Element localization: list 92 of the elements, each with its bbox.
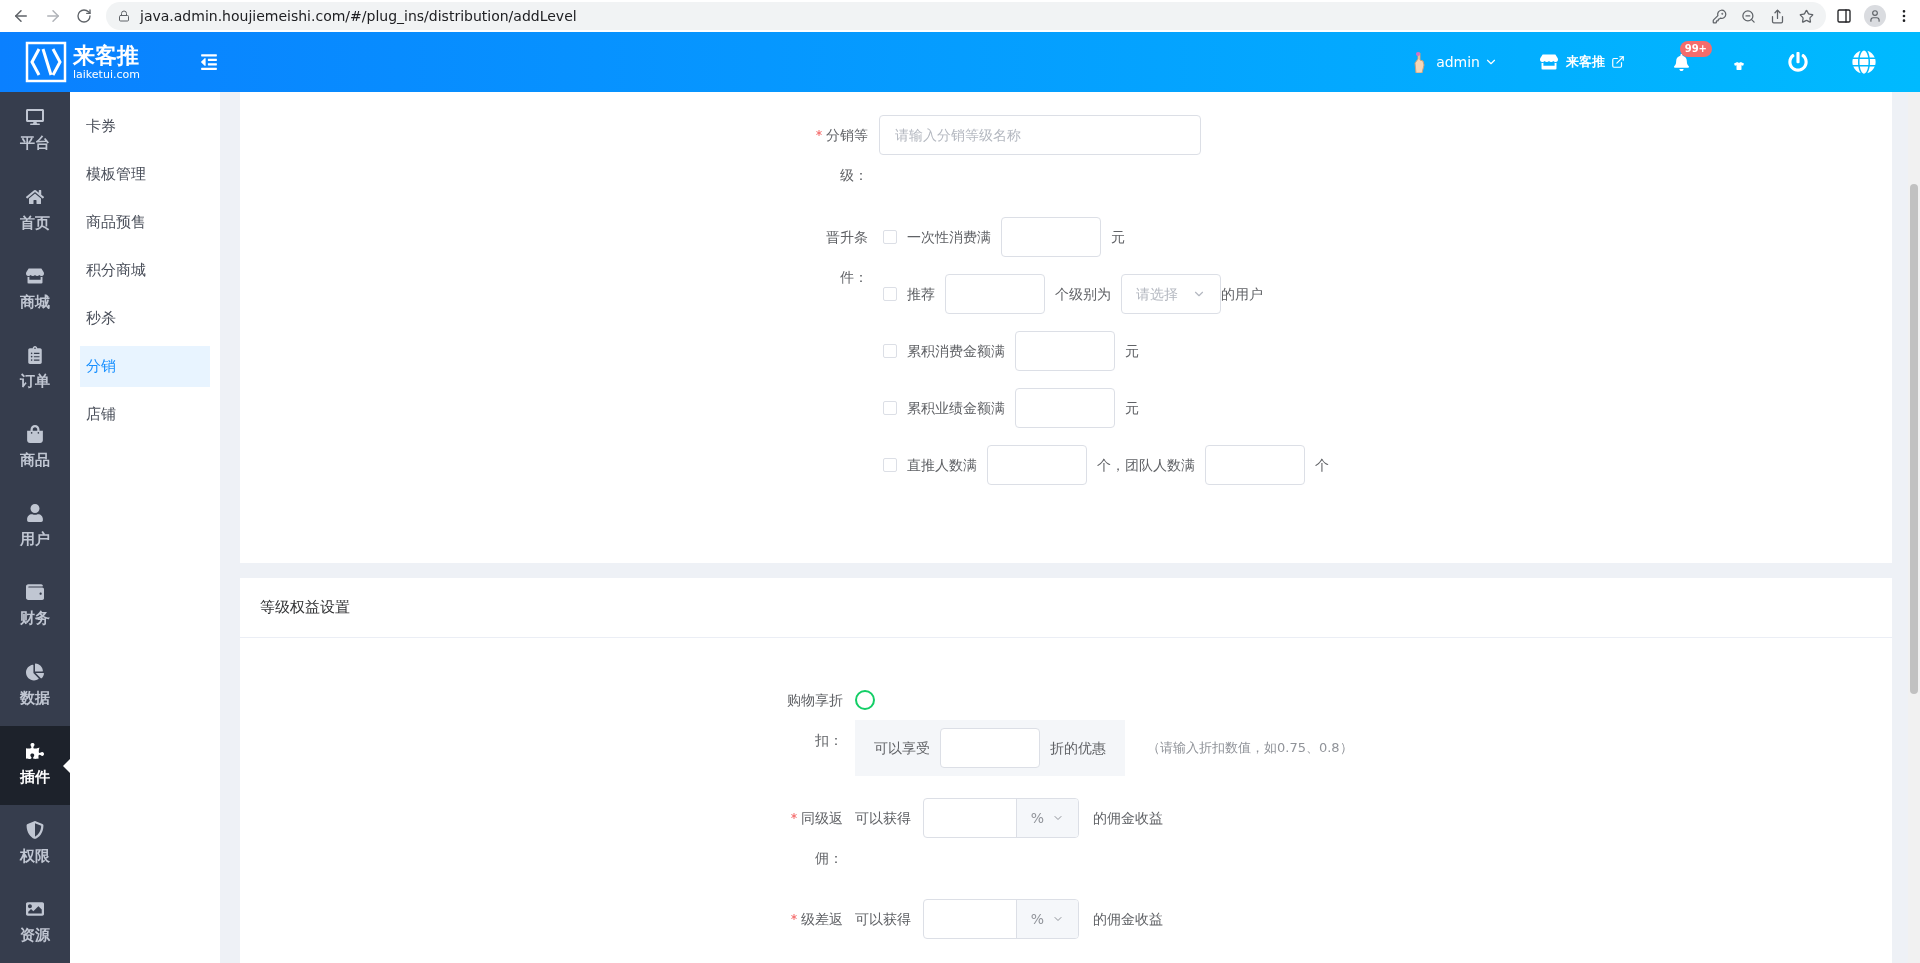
field-label: 级差返 (801, 911, 843, 927)
store-icon (26, 266, 44, 285)
main-nav-item[interactable]: 首页 (0, 171, 70, 251)
checkbox[interactable] (883, 344, 897, 358)
url-text: java.admin.houjiemeishi.com/#/plug_ins/distribution/addLevel (140, 6, 577, 26)
checkbox[interactable] (883, 287, 897, 301)
condition-text: 元 (1125, 341, 1139, 361)
condition-text: 推荐 (907, 284, 935, 304)
key-icon[interactable] (1712, 8, 1727, 24)
condition-text: 一次性消费满 (907, 227, 991, 247)
image-icon (26, 900, 44, 919)
shirt-icon[interactable] (1734, 61, 1744, 71)
sub-nav-item[interactable]: 店铺 (80, 394, 210, 435)
number-field[interactable] (1015, 331, 1115, 371)
checkbox[interactable] (883, 458, 897, 472)
zoom-out-icon[interactable] (1741, 8, 1756, 24)
main-nav-item[interactable]: 财务 (0, 567, 70, 647)
discount-suffix: 折的优惠 (1050, 738, 1106, 758)
section-title: 等级权益设置 (260, 597, 350, 619)
share-icon[interactable] (1770, 8, 1785, 24)
main-nav-item[interactable]: 资源 (0, 883, 70, 963)
scrollbar-thumb[interactable] (1910, 184, 1918, 694)
user-icon (26, 504, 44, 523)
main-nav-item[interactable]: 平台 (0, 92, 70, 172)
pie-chart-icon (26, 662, 44, 681)
notification-badge: 99+ (1679, 40, 1712, 57)
condition-text: 元 (1111, 227, 1125, 247)
main-nav-item[interactable]: 插件 (0, 725, 70, 805)
main-nav-item[interactable]: 订单 (0, 329, 70, 409)
main-nav-item[interactable]: 商品 (0, 408, 70, 488)
sub-nav-item[interactable]: 秒杀 (80, 298, 210, 339)
number-field[interactable] (945, 274, 1045, 314)
menu-icon[interactable] (199, 53, 218, 71)
condition-text: 个 (1315, 455, 1329, 475)
field-label: 同级返佣： (801, 810, 843, 866)
logo-icon (25, 41, 67, 83)
monitor-icon (26, 108, 44, 127)
main-nav-item[interactable]: 用户 (0, 487, 70, 568)
number-field[interactable] (1015, 388, 1115, 428)
main-nav-item[interactable]: 商城 (0, 250, 70, 330)
field-label: 晋升条件： (826, 229, 868, 285)
side-panel-icon[interactable] (1836, 8, 1852, 24)
discount-prefix: 可以享受 (874, 738, 930, 758)
condition-text: 个级别为 (1055, 284, 1111, 304)
back-icon[interactable] (12, 7, 30, 25)
condition-text: 元 (1125, 398, 1139, 418)
field-label: 分销等级： (826, 127, 868, 183)
condition-text: 累积业绩金额满 (907, 398, 1005, 418)
hand-icon (1412, 51, 1427, 73)
condition-text: 直推人数满 (907, 455, 977, 475)
scrollbar[interactable] (1908, 92, 1920, 963)
checkbox[interactable] (883, 230, 897, 244)
main-nav-item[interactable]: 数据 (0, 646, 70, 726)
sub-nav-item[interactable]: 积分商城 (80, 250, 210, 291)
brand-name: 来客推 (73, 44, 140, 67)
field-label: 购物享折扣： (787, 692, 843, 748)
store-icon[interactable] (1540, 53, 1558, 71)
number-field[interactable] (987, 445, 1087, 485)
commission-prefix: 可以获得 (855, 808, 911, 828)
home-icon (26, 187, 44, 206)
shield-icon (26, 821, 44, 840)
commission-suffix: 的佣金收益 (1093, 808, 1163, 828)
number-field[interactable] (1205, 445, 1305, 485)
commission-prefix: 可以获得 (855, 909, 911, 929)
level-name-field[interactable]: 请输入分销等级名称 (879, 115, 1201, 155)
puzzle-icon (26, 741, 44, 760)
condition-text: 个，团队人数满 (1097, 455, 1195, 475)
profile-icon[interactable] (1864, 5, 1886, 27)
condition-text: 的用户 (1221, 284, 1263, 304)
commission-suffix: 的佣金收益 (1093, 909, 1163, 929)
globe-icon[interactable] (1852, 50, 1876, 74)
sub-nav-item[interactable]: 模板管理 (80, 154, 210, 195)
reload-icon[interactable] (76, 8, 92, 24)
wallet-icon (26, 583, 44, 602)
clipboard-icon (26, 345, 44, 364)
sub-nav-item[interactable]: 卡券 (80, 106, 210, 147)
bell-icon[interactable] (1673, 53, 1690, 71)
lock-icon (118, 10, 130, 22)
hint-text: （请输入折扣数值，如0.75、0.8） (1147, 739, 1353, 758)
bag-icon (26, 425, 44, 444)
condition-text: 累积消费金额满 (907, 341, 1005, 361)
power-icon[interactable] (1788, 52, 1808, 72)
discount-field[interactable] (940, 728, 1040, 768)
sub-nav-item[interactable]: 商品预售 (80, 202, 210, 243)
star-icon[interactable] (1799, 8, 1814, 24)
checkbox[interactable] (883, 401, 897, 415)
external-link-icon[interactable] (1611, 55, 1625, 69)
address-bar[interactable]: java.admin.houjiemeishi.com/#/plug_ins/distribution/addLevel (106, 2, 1826, 30)
brand-domain: laiketui.com (73, 68, 140, 80)
number-field[interactable] (1001, 217, 1101, 257)
forward-icon[interactable] (44, 7, 62, 25)
main-nav-item[interactable]: 权限 (0, 804, 70, 884)
